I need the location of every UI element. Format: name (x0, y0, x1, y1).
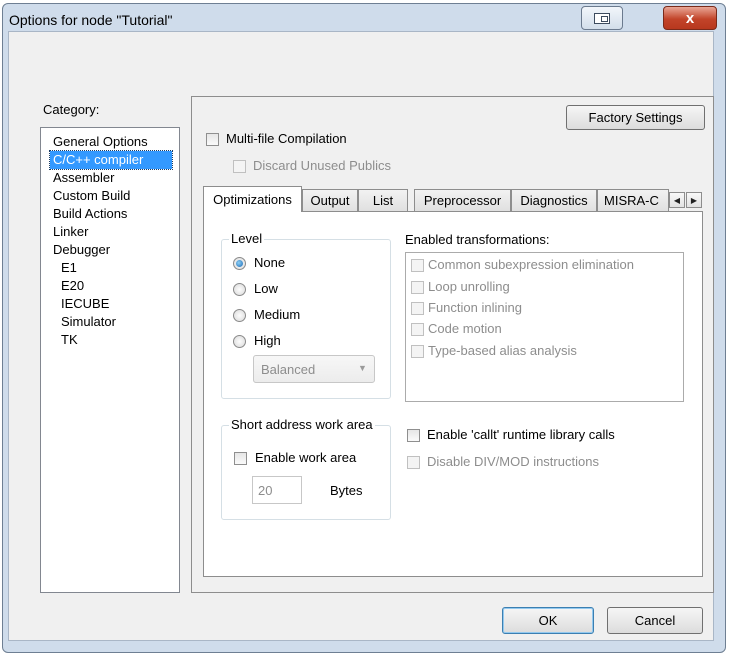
tab-output[interactable]: Output (302, 189, 358, 211)
tab-scroll-left[interactable]: ◀ (669, 192, 685, 208)
ok-button[interactable]: OK (502, 607, 594, 634)
factory-settings-button[interactable]: Factory Settings (566, 105, 705, 130)
window-title: Options for node "Tutorial" (9, 12, 173, 28)
category-label: Category: (43, 102, 100, 117)
close-icon: x (685, 9, 695, 27)
balance-select-value: Balanced (261, 362, 316, 377)
tab-preprocessor[interactable]: Preprocessor (414, 189, 511, 211)
level-none-label: None (254, 255, 286, 270)
tab-list[interactable]: List (358, 189, 408, 211)
alias-analysis-checkbox[interactable] (411, 345, 424, 358)
enable-callt-checkbox[interactable] (407, 429, 420, 442)
loop-unrolling-label: Loop unrolling (428, 279, 510, 294)
work-area-bytes-value: 20 (258, 483, 273, 498)
loop-unrolling-checkbox[interactable] (411, 281, 424, 294)
level-high-radio[interactable] (233, 335, 246, 348)
category-item[interactable]: General Options (53, 133, 148, 151)
level-low-label: Low (254, 281, 278, 296)
tab-optimizations[interactable]: Optimizations (203, 186, 302, 212)
level-high-label: High (254, 333, 281, 348)
category-item[interactable]: Custom Build (53, 187, 130, 205)
level-low-radio[interactable] (233, 283, 246, 296)
cancel-button[interactable]: Cancel (607, 607, 703, 634)
short-address-title: Short address work area (229, 417, 375, 432)
category-item[interactable]: Simulator (61, 313, 116, 331)
category-item[interactable]: IECUBE (61, 295, 109, 313)
arrow-right-icon: ▶ (690, 195, 698, 205)
restore-icon (594, 12, 610, 24)
enable-work-area-checkbox[interactable] (234, 452, 247, 465)
category-item[interactable]: C/C++ compiler (49, 150, 173, 170)
chevron-down-icon: ▼ (358, 363, 367, 373)
level-none-radio[interactable] (233, 257, 246, 270)
category-item[interactable]: Assembler (53, 169, 114, 187)
disable-divmod-label: Disable DIV/MOD instructions (427, 454, 599, 469)
function-inlining-label: Function inlining (428, 300, 522, 315)
disable-divmod-checkbox[interactable] (407, 456, 420, 469)
cse-label: Common subexpression elimination (428, 257, 634, 272)
discard-unused-checkbox[interactable] (233, 160, 246, 173)
enable-work-area-label: Enable work area (255, 450, 357, 465)
close-button[interactable]: x (663, 6, 717, 30)
function-inlining-checkbox[interactable] (411, 302, 424, 315)
enable-callt-label: Enable 'callt' runtime library calls (427, 427, 615, 442)
category-item[interactable]: E20 (61, 277, 84, 295)
tab-scroll-right[interactable]: ▶ (686, 192, 702, 208)
level-medium-radio[interactable] (233, 309, 246, 322)
category-item[interactable]: TK (61, 331, 78, 349)
category-item[interactable]: Debugger (53, 241, 110, 259)
balance-select[interactable]: Balanced ▼ (253, 355, 375, 383)
category-list[interactable]: General Options C/C++ compiler Assembler Cu… (40, 127, 180, 593)
category-item[interactable]: Linker (53, 223, 88, 241)
discard-unused-label: Discard Unused Publics (253, 158, 392, 173)
code-motion-label: Code motion (428, 321, 502, 336)
work-area-bytes-input[interactable]: 20 (252, 476, 302, 504)
multi-file-checkbox[interactable] (206, 133, 219, 146)
restore-button[interactable] (581, 6, 623, 30)
alias-analysis-label: Type-based alias analysis (428, 343, 577, 358)
level-group-title: Level (229, 231, 265, 246)
transformations-title: Enabled transformations: (405, 232, 550, 247)
short-address-group (221, 425, 391, 520)
code-motion-checkbox[interactable] (411, 323, 424, 336)
bytes-label: Bytes (330, 483, 363, 498)
tab-diagnostics[interactable]: Diagnostics (511, 189, 597, 211)
cse-checkbox[interactable] (411, 259, 424, 272)
level-medium-label: Medium (254, 307, 301, 322)
tab-misra-c[interactable]: MISRA-C (597, 189, 669, 211)
multi-file-label: Multi-file Compilation (226, 131, 347, 146)
category-item[interactable]: Build Actions (53, 205, 127, 223)
category-item[interactable]: E1 (61, 259, 77, 277)
arrow-left-icon: ◀ (673, 195, 681, 205)
